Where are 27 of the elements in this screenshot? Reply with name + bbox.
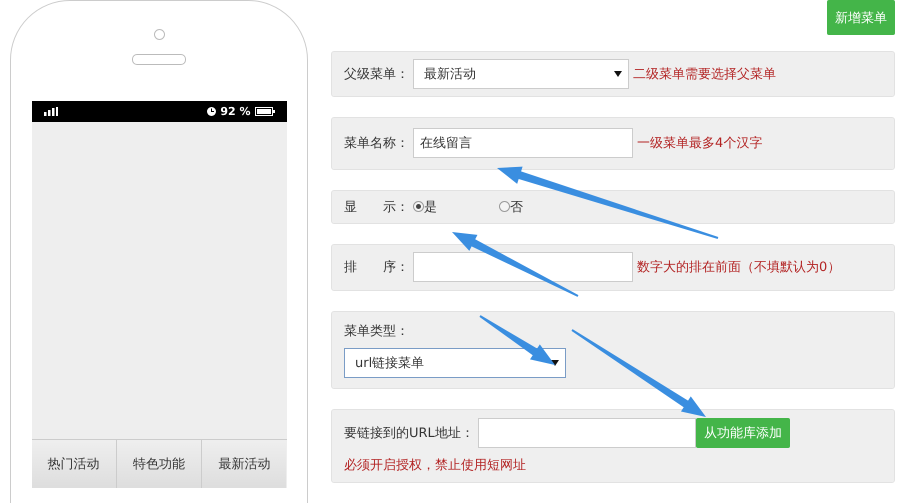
caret-icon — [614, 70, 622, 77]
order-input[interactable] — [413, 252, 633, 282]
hint-text: 数字大的排在前面（不填默认为0） — [637, 259, 840, 276]
field-label: 排 序： — [344, 259, 409, 276]
caret-icon — [551, 360, 559, 366]
clock-icon — [207, 107, 216, 116]
warning-text: 必须开启授权，禁止使用短网址 — [344, 456, 526, 474]
speaker-icon — [132, 54, 186, 65]
menu-name-input[interactable]: 在线留言 — [413, 128, 633, 158]
battery-icon — [254, 107, 274, 116]
hint-text: 二级菜单需要选择父菜单 — [633, 66, 776, 83]
field-label: 菜单类型： — [344, 322, 409, 340]
parent-menu-select[interactable]: 最新活动 — [413, 58, 629, 89]
radio-option[interactable]: 否 — [499, 198, 523, 216]
camera-icon — [154, 29, 164, 40]
menu-tab[interactable]: 热门活动 — [32, 440, 117, 488]
field-label: 父级菜单： — [344, 66, 409, 83]
hint-text: 一级菜单最多4个汉字 — [637, 135, 762, 152]
field-label: 菜单名称： — [344, 135, 409, 152]
radio-option[interactable]: 是 — [413, 198, 437, 216]
field-label: 显 示： — [344, 198, 409, 216]
menu-tab[interactable]: 特色功能 — [116, 440, 202, 488]
url-input[interactable] — [478, 418, 696, 448]
battery-percent: 92 % — [220, 105, 250, 118]
field-label: 要链接到的URL地址： — [344, 424, 474, 442]
menu-type-select[interactable]: url链接菜单 — [344, 348, 566, 378]
signal-icon — [44, 107, 58, 116]
